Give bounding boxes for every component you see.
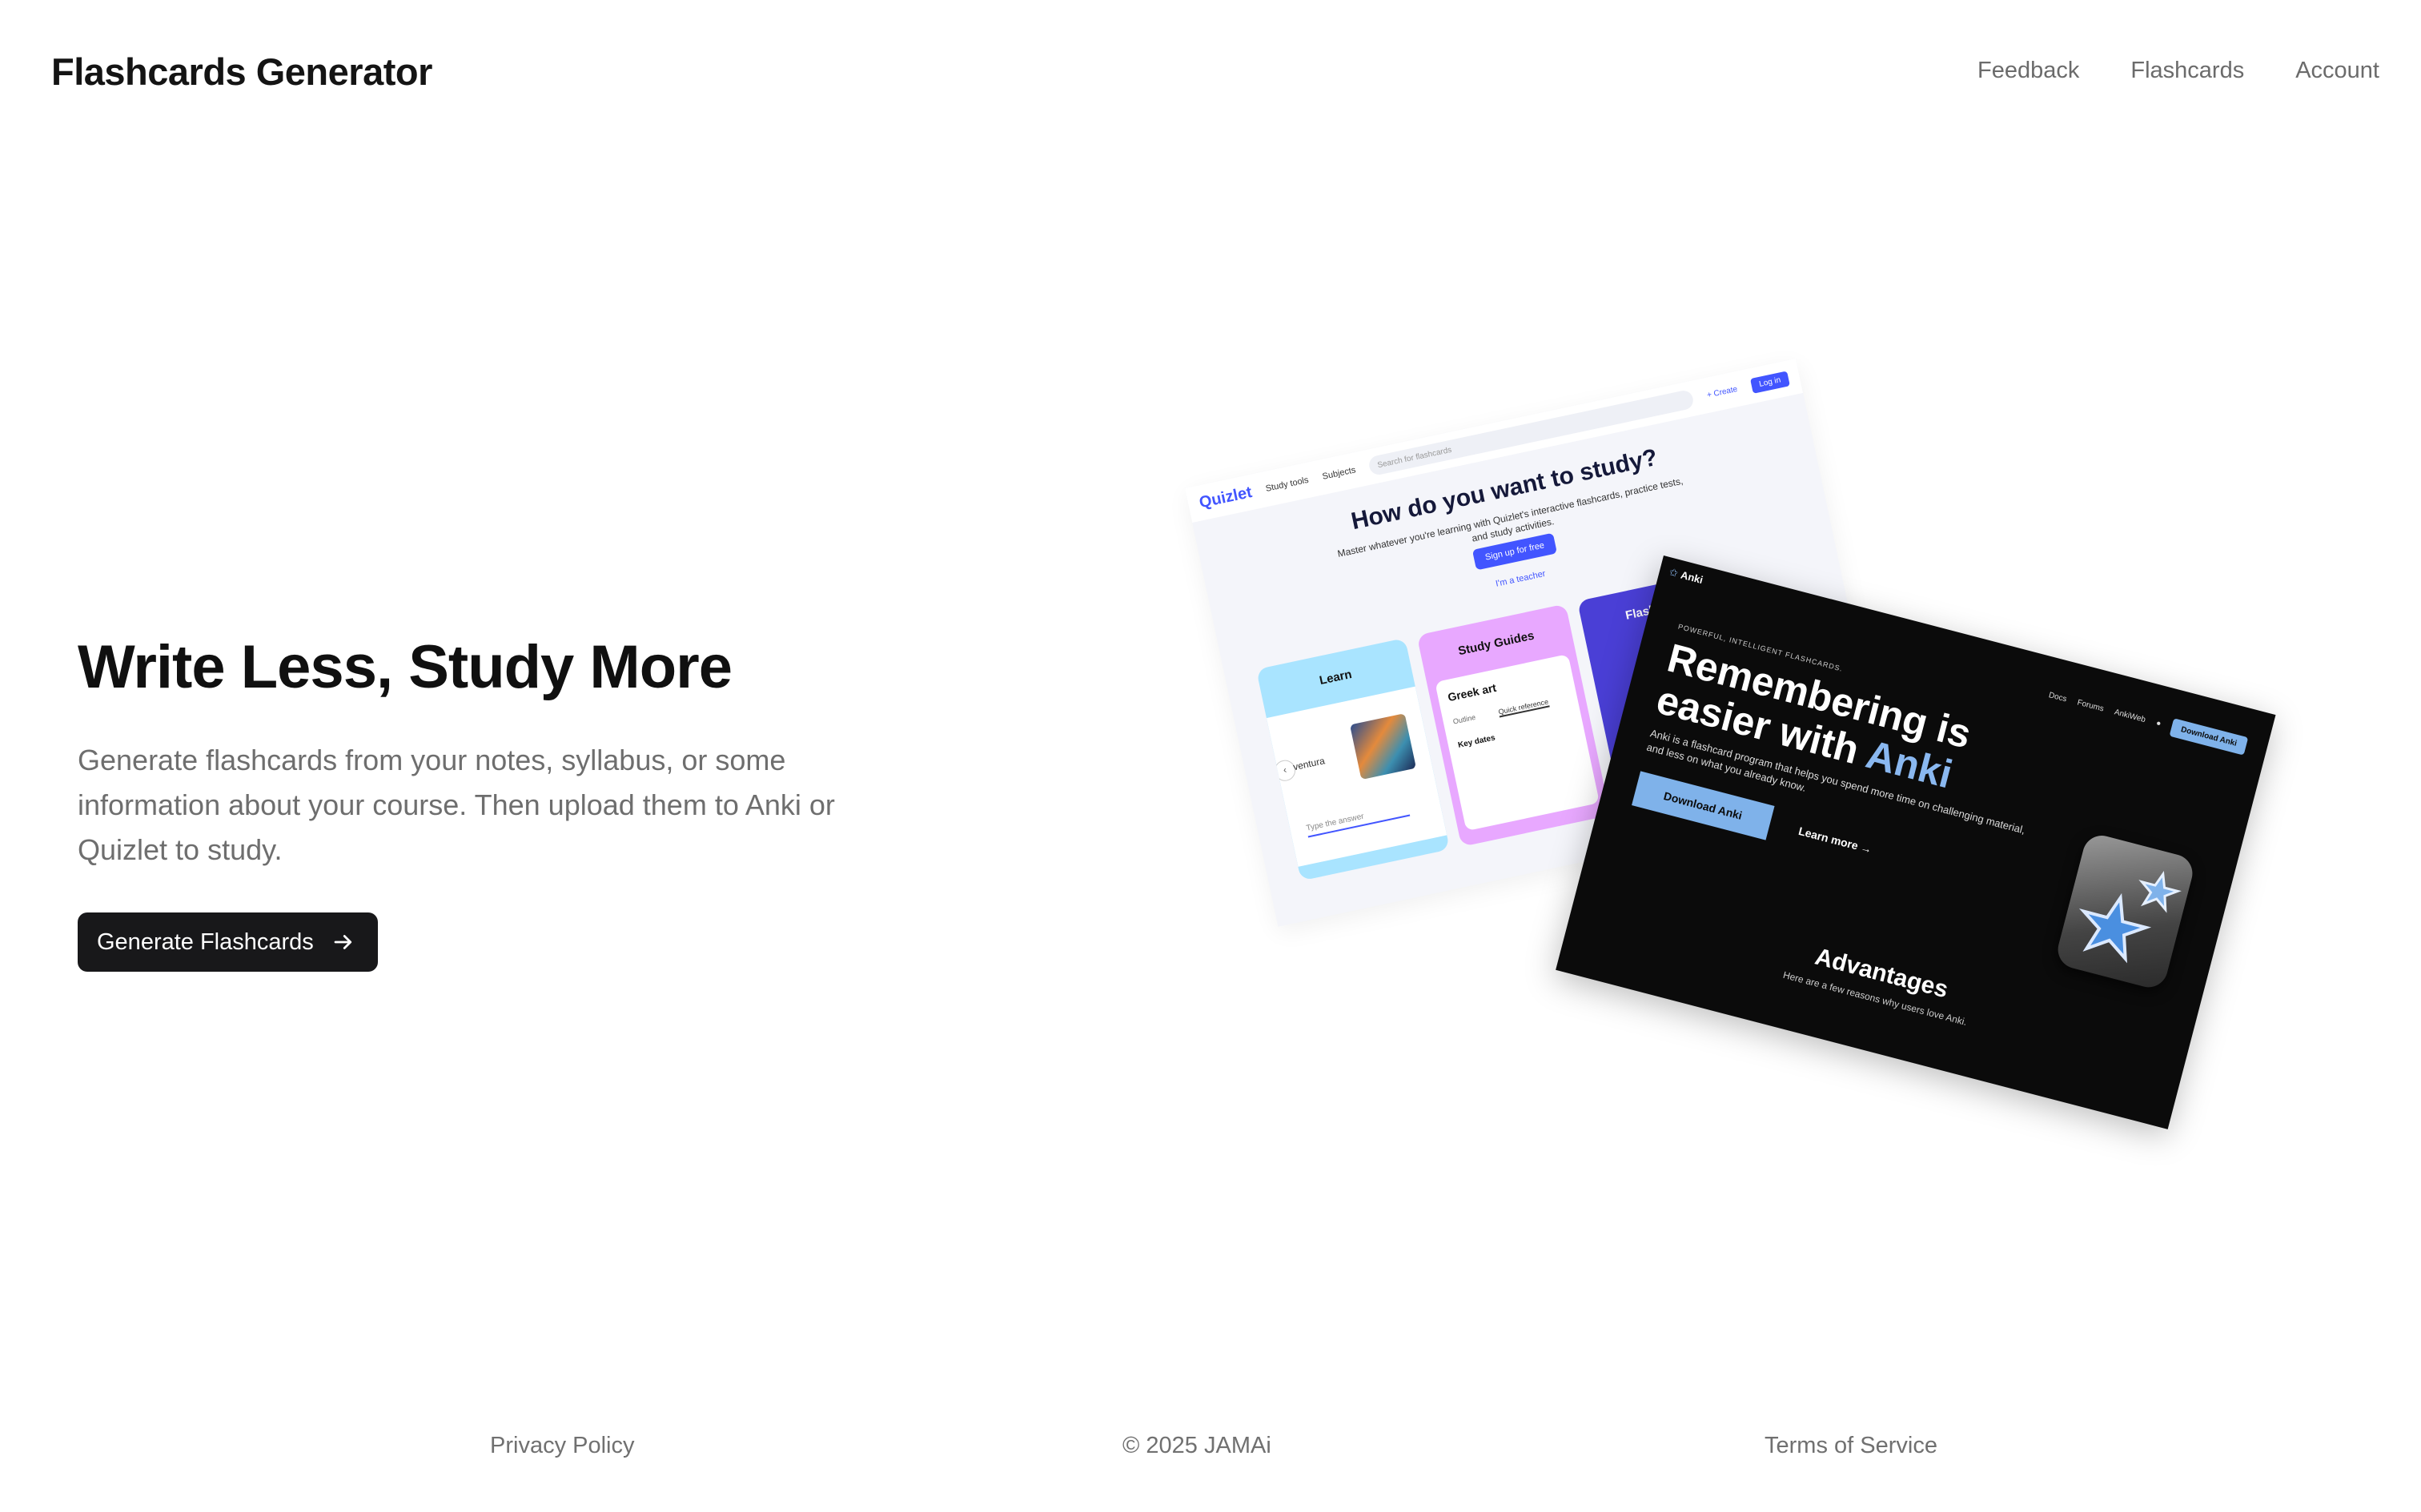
github-icon: ● — [2154, 719, 2162, 729]
hero-description: Generate flashcards from your notes, syl… — [78, 744, 835, 866]
quizlet-login: Log in — [1749, 370, 1790, 394]
anki-learn-more: Learn more → — [1797, 824, 1873, 856]
anki-navbar: Docs Forums AnkiWeb ● Download Anki — [2046, 686, 2249, 756]
quizlet-study-guides-body: Greek art Outline Quick reference Key da… — [1435, 654, 1600, 832]
anki-app-icon — [2054, 831, 2197, 992]
terms-of-service-link[interactable]: Terms of Service — [1765, 1433, 1937, 1459]
arrow-right-icon — [334, 935, 351, 949]
anki-nav-download: Download Anki — [2169, 718, 2249, 756]
copyright-text: © 2025 JAMAi — [1122, 1433, 1271, 1458]
quizlet-nav-study-tools: Study tools — [1264, 475, 1310, 494]
anki-nav-ankiweb: AnkiWeb — [2113, 708, 2147, 725]
privacy-policy-link[interactable]: Privacy Policy — [490, 1433, 635, 1459]
nav-flashcards-link[interactable]: Flashcards — [2130, 58, 2244, 84]
generate-flashcards-button[interactable]: Generate Flashcards — [78, 912, 378, 972]
quizlet-learn-card: Learn ‹ ventura Type the answer — [1256, 637, 1451, 881]
nav-account-link[interactable]: Account — [2295, 58, 2379, 84]
anki-preview-image: ✩Anki Docs Forums AnkiWeb ● Download Ank… — [1556, 555, 2276, 1129]
quizlet-teacher-link: I'm a teacher — [1495, 568, 1547, 589]
quizlet-nav-subjects: Subjects — [1321, 465, 1357, 482]
quizlet-learn-body: ‹ ventura Type the answer — [1266, 686, 1447, 867]
site-brand[interactable]: Flashcards Generator — [51, 50, 432, 94]
nav-feedback-link[interactable]: Feedback — [1977, 58, 2079, 84]
top-nav: Feedback Flashcards Account — [1977, 58, 2379, 84]
anki-logo: ✩Anki — [1668, 565, 1704, 587]
quizlet-logo: Quizlet — [1197, 483, 1254, 511]
quizlet-study-guides-card: Study Guides Greek art Outline Quick ref… — [1416, 604, 1611, 847]
star-icon: ✩ — [1668, 565, 1680, 580]
generate-flashcards-label: Generate Flashcards — [97, 928, 314, 955]
hero-title: Write Less, Study More — [78, 633, 733, 701]
quizlet-key-dates: Key dates — [1457, 733, 1496, 750]
quizlet-quickref-tab: Quick reference — [1497, 697, 1550, 718]
artwork-thumbnail — [1349, 713, 1416, 780]
anki-stars-icon — [2078, 870, 2182, 964]
quizlet-study-title: Greek art — [1446, 680, 1498, 704]
quizlet-outline-tab: Outline — [1451, 712, 1476, 726]
anki-nav-docs: Docs — [2047, 691, 2068, 704]
quizlet-learn-word: ventura — [1291, 755, 1327, 773]
quizlet-create: + Create — [1706, 384, 1739, 400]
quizlet-answer-field: Type the answer — [1305, 802, 1411, 838]
anki-nav-forums: Forums — [2076, 698, 2105, 714]
